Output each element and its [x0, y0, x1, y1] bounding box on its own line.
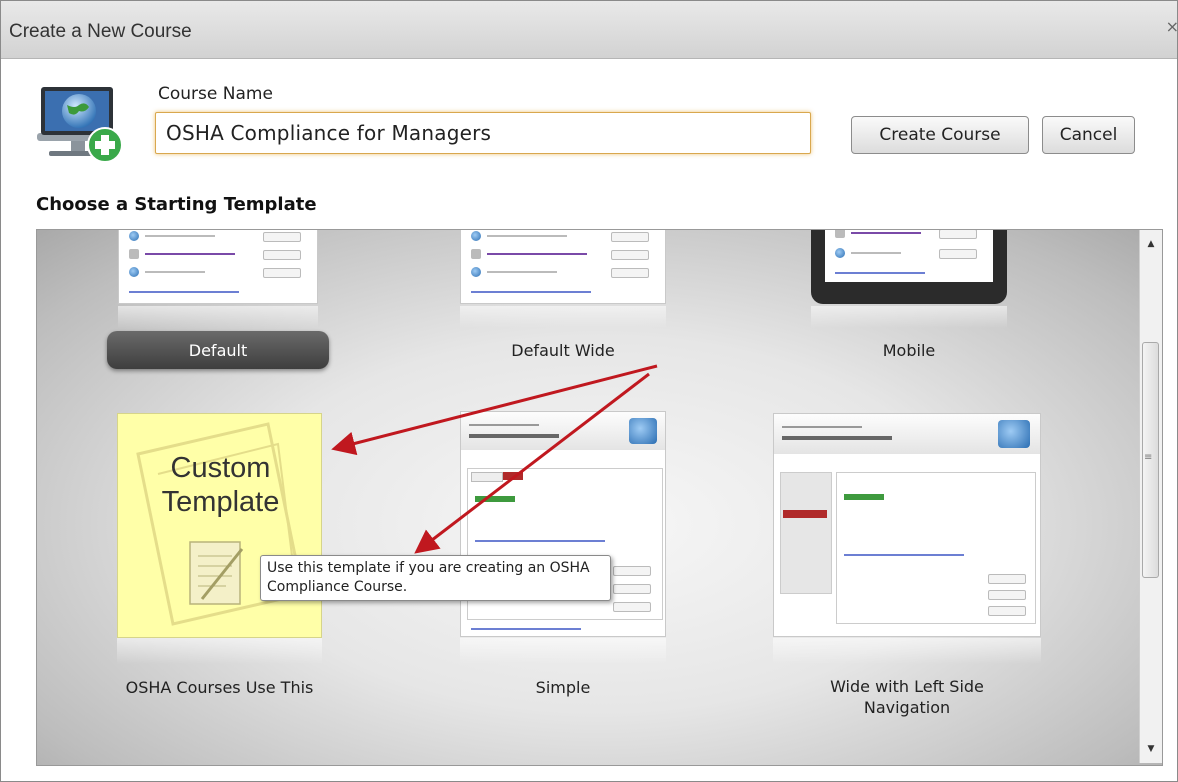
scroll-grip-icon: ≡: [1144, 452, 1153, 463]
annotation-arrow: [331, 364, 658, 456]
scroll-down-arrow-icon[interactable]: ▼: [1140, 739, 1162, 759]
annotation-arrows: [331, 364, 658, 554]
create-course-button[interactable]: Create Course: [851, 116, 1029, 154]
create-course-dialog: Create a New Course × Course Name Create…: [0, 0, 1178, 782]
dialog-titlebar: Create a New Course ×: [1, 1, 1178, 59]
cancel-button[interactable]: Cancel: [1042, 116, 1135, 154]
template-section-title: Choose a Starting Template: [36, 194, 317, 215]
course-name-label: Course Name: [158, 84, 273, 104]
template-tooltip: Use this template if you are creating an…: [260, 555, 611, 601]
course-name-input[interactable]: [155, 112, 811, 154]
template-gallery: Default Default Wide Mobile Custom Templ…: [36, 229, 1163, 766]
scroll-up-arrow-icon[interactable]: ▲: [1140, 234, 1162, 254]
gallery-scrollbar[interactable]: ▲ ≡ ▼: [1139, 230, 1162, 763]
close-icon[interactable]: ×: [1166, 17, 1178, 36]
dialog-title: Create a New Course: [9, 21, 192, 42]
course-globe-plus-icon: [37, 87, 123, 163]
annotation-arrow: [414, 372, 650, 554]
